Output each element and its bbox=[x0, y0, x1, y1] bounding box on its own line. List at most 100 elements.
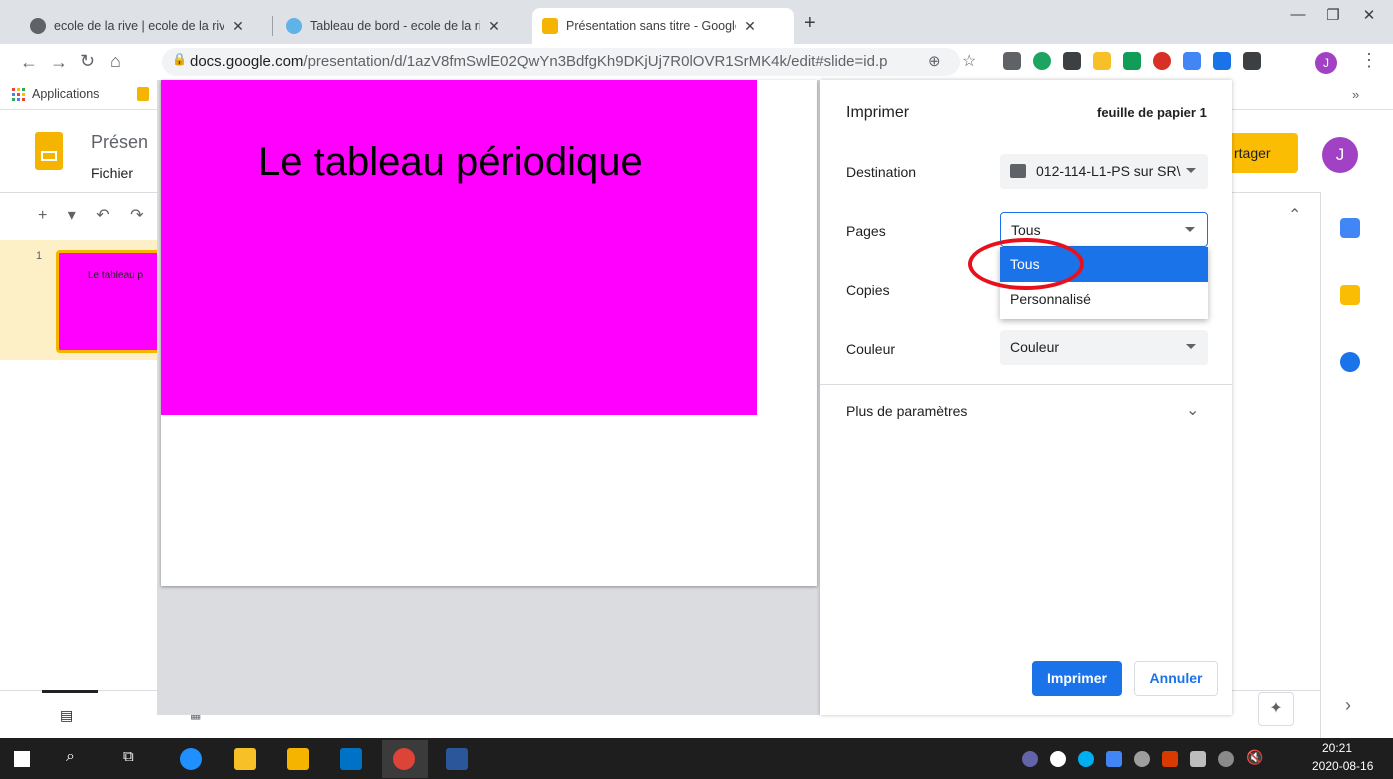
task-view-icon[interactable]: ⧉ bbox=[123, 748, 134, 765]
extension-icon[interactable] bbox=[1033, 52, 1051, 70]
tray-app-icon[interactable] bbox=[1162, 751, 1178, 767]
file-explorer-icon[interactable] bbox=[287, 748, 309, 770]
profile-avatar[interactable]: J bbox=[1315, 52, 1337, 74]
windows-start-icon[interactable] bbox=[14, 751, 30, 767]
color-select[interactable]: Couleur bbox=[1000, 330, 1208, 365]
site-icon bbox=[286, 18, 302, 34]
sheet-count: feuille de papier 1 bbox=[1097, 105, 1207, 120]
battery-icon[interactable] bbox=[1190, 751, 1206, 767]
divider bbox=[820, 384, 1232, 385]
grid-extension-icon[interactable] bbox=[1063, 52, 1081, 70]
windows-taskbar bbox=[0, 738, 1393, 779]
bookmark-applications[interactable]: Applications bbox=[32, 87, 99, 101]
onedrive-icon[interactable] bbox=[1050, 751, 1066, 767]
extension-icon[interactable] bbox=[1003, 52, 1021, 70]
keep-icon[interactable] bbox=[1340, 285, 1360, 305]
highlight-circle bbox=[968, 238, 1084, 290]
drive-icon[interactable] bbox=[1123, 52, 1141, 70]
explore-icon[interactable]: ✦ bbox=[1258, 692, 1294, 726]
share-button[interactable]: rtager bbox=[1226, 133, 1298, 173]
tab-title: Tableau de bord - ecole de la rive bbox=[310, 19, 480, 33]
color-value: Couleur bbox=[1010, 339, 1060, 355]
zoom-icon[interactable]: ⊕ bbox=[928, 52, 941, 70]
tab-dashboard[interactable]: Tableau de bord - ecole de la rive ✕ bbox=[276, 8, 526, 44]
slide-preview bbox=[161, 80, 757, 415]
account-avatar[interactable]: J bbox=[1322, 137, 1358, 173]
more-settings-toggle[interactable]: Plus de paramètres bbox=[846, 403, 967, 419]
teams-icon[interactable] bbox=[1022, 751, 1038, 767]
tab-ecole[interactable]: ecole de la rive | ecole de la rive ✕ bbox=[20, 8, 270, 44]
puzzle-icon[interactable] bbox=[1243, 52, 1261, 70]
minimize-button[interactable]: — bbox=[1283, 6, 1313, 23]
reload-icon[interactable]: ↻ bbox=[80, 51, 95, 72]
close-window-button[interactable]: ✕ bbox=[1354, 6, 1384, 24]
filmstrip-view-icon[interactable]: ▤ bbox=[60, 707, 73, 724]
chrome-icon[interactable] bbox=[393, 748, 415, 770]
outlook-icon[interactable] bbox=[340, 748, 362, 770]
destination-value: 012-114-L1-PS sur SR\ bbox=[1036, 163, 1181, 179]
tasks-icon[interactable] bbox=[1340, 352, 1360, 372]
active-view-indicator bbox=[42, 690, 98, 693]
url-host: docs.google.com bbox=[190, 53, 304, 70]
print-button[interactable]: Imprimer bbox=[1032, 661, 1122, 696]
dialog-title: Imprimer bbox=[846, 104, 910, 121]
search-icon[interactable]: ⌕ bbox=[66, 748, 75, 766]
dropdown-arrow-icon bbox=[1186, 168, 1196, 173]
back-icon[interactable]: ← bbox=[20, 52, 38, 73]
more-bookmarks-button[interactable]: » bbox=[1352, 87, 1359, 102]
restore-button[interactable]: ❐ bbox=[1318, 6, 1348, 24]
clock-date[interactable]: 2020-08-16 bbox=[1312, 759, 1373, 773]
url-path: /presentation/d/1azV8fmSwlE02QwYn3BdfgKh… bbox=[303, 53, 888, 70]
bookmark-folder-icon[interactable] bbox=[137, 87, 149, 101]
close-tab-icon[interactable]: ✕ bbox=[742, 18, 758, 35]
slide-number: 1 bbox=[36, 250, 43, 262]
tab-divider bbox=[272, 16, 273, 36]
cast-extension-icon[interactable] bbox=[1213, 52, 1231, 70]
clock-time[interactable]: 20:21 bbox=[1322, 741, 1352, 755]
close-tab-icon[interactable]: ✕ bbox=[486, 18, 502, 35]
tab-presentation[interactable]: Présentation sans titre - Google S ✕ bbox=[532, 8, 794, 44]
tab-title: Présentation sans titre - Google S bbox=[566, 19, 736, 33]
divider bbox=[1320, 192, 1321, 738]
adblock-icon[interactable] bbox=[1153, 52, 1171, 70]
sticky-notes-icon[interactable] bbox=[234, 748, 256, 770]
word-icon[interactable] bbox=[446, 748, 468, 770]
collapse-chevron-icon[interactable]: ⌃ bbox=[1288, 205, 1301, 225]
menu-file[interactable]: Fichier bbox=[91, 165, 133, 181]
calendar-icon[interactable] bbox=[1340, 218, 1360, 238]
bookmark-star-icon[interactable]: ☆ bbox=[962, 51, 976, 71]
wifi-icon[interactable] bbox=[1218, 751, 1234, 767]
thumb-extension-icon[interactable] bbox=[1093, 52, 1111, 70]
destination-select[interactable]: 012-114-L1-PS sur SR\ bbox=[1000, 154, 1208, 189]
lock-icon[interactable]: 🔒 bbox=[172, 52, 187, 66]
thumbnail-text: Le tableau p bbox=[88, 270, 144, 281]
close-tab-icon[interactable]: ✕ bbox=[230, 18, 246, 35]
tray-app-icon[interactable] bbox=[1106, 751, 1122, 767]
chevron-right-icon[interactable]: › bbox=[1345, 695, 1351, 716]
dropdown-arrow-icon bbox=[1186, 344, 1196, 349]
home-icon[interactable]: ⌂ bbox=[110, 51, 121, 72]
document-title[interactable]: Présen bbox=[91, 132, 148, 153]
url-text[interactable]: docs.google.com/presentation/d/1azV8fmSw… bbox=[190, 53, 887, 70]
edge-icon[interactable] bbox=[180, 748, 202, 770]
apps-grid-icon[interactable] bbox=[12, 88, 26, 102]
translate-icon[interactable] bbox=[1183, 52, 1201, 70]
menu-icon[interactable]: ⋮ bbox=[1360, 50, 1378, 71]
chevron-down-icon[interactable]: ⌄ bbox=[1186, 400, 1199, 420]
pages-value: Tous bbox=[1011, 222, 1041, 238]
editor-toolbar[interactable]: + ▾ ↶ ↷ bbox=[38, 205, 152, 225]
slide-thumbnail[interactable] bbox=[56, 250, 166, 353]
skype-icon[interactable] bbox=[1078, 751, 1094, 767]
slides-logo-glyph bbox=[41, 151, 57, 161]
slides-icon bbox=[542, 18, 558, 34]
cancel-button[interactable]: Annuler bbox=[1134, 661, 1218, 696]
network-tray-icon[interactable] bbox=[1134, 751, 1150, 767]
globe-icon bbox=[30, 18, 46, 34]
volume-icon[interactable]: 🔇 bbox=[1246, 749, 1263, 766]
dropdown-arrow-icon bbox=[1185, 227, 1195, 232]
forward-icon[interactable]: → bbox=[50, 52, 68, 73]
new-tab-button[interactable]: + bbox=[804, 12, 816, 35]
pages-label: Pages bbox=[846, 223, 886, 239]
destination-label: Destination bbox=[846, 164, 917, 180]
slide-title: Le tableau périodique bbox=[258, 140, 643, 184]
